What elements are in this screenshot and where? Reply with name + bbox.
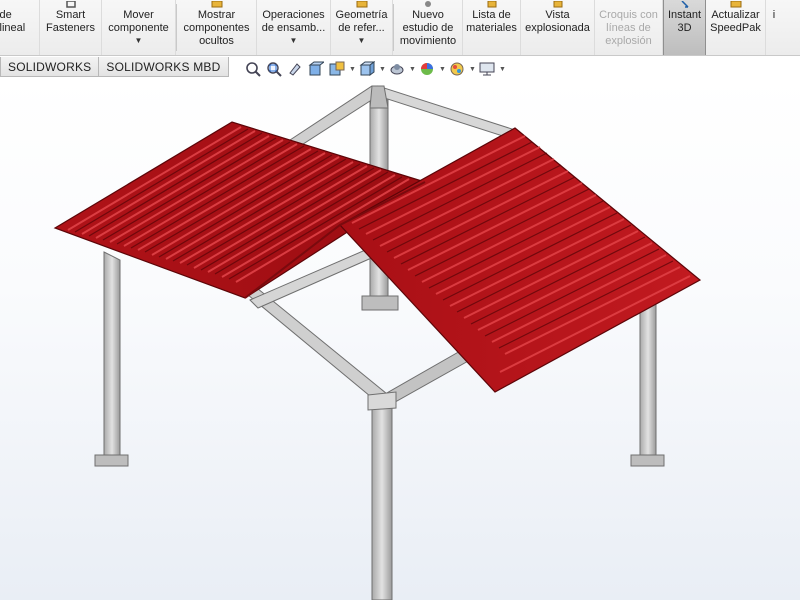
exploded-view-button[interactable]: Vista explosionada xyxy=(521,0,595,55)
assembly-features-button[interactable]: Operaciones de ensamb... ▼ xyxy=(257,0,331,55)
bill-of-materials-button[interactable]: Lista de materiales xyxy=(463,0,521,55)
chevron-down-icon[interactable]: ▼ xyxy=(135,36,143,46)
explode-line-sketch-icon xyxy=(620,0,638,8)
chevron-down-icon[interactable]: ▼ xyxy=(499,66,506,73)
smart-fasteners-button[interactable]: Smart Fasteners xyxy=(40,0,102,55)
new-motion-study-button[interactable]: Nuevo estudio de movimiento xyxy=(394,0,463,55)
show-hidden-components-label: Mostrar componentes ocultos xyxy=(183,9,250,47)
chevron-down-icon[interactable]: ▼ xyxy=(439,66,446,73)
explode-line-sketch-label: Croquis con líneas de explosión xyxy=(599,9,658,47)
instant-3d-label: Instant 3D xyxy=(667,9,702,34)
bill-of-materials-label: Lista de materiales xyxy=(466,9,517,34)
update-speedpak-button[interactable]: Actualizar SpeedPak xyxy=(706,0,766,55)
dynamic-annotation-view-icon[interactable] xyxy=(328,60,346,78)
exploded-view-label: Vista explosionada xyxy=(525,9,590,34)
reference-geometry-label: Geometría de refer... xyxy=(335,9,388,34)
move-component-icon xyxy=(130,0,148,8)
edit-appearance-icon[interactable] xyxy=(448,60,466,78)
hide-show-items-icon[interactable] xyxy=(418,60,436,78)
instant-3d-icon xyxy=(676,0,694,8)
move-component-label: Mover componente xyxy=(108,9,169,34)
linear-pattern-button[interactable]: de lineal xyxy=(0,0,40,55)
carport-model[interactable] xyxy=(0,77,800,600)
zoom-to-fit-icon[interactable] xyxy=(244,60,262,78)
chevron-down-icon[interactable]: ▼ xyxy=(379,66,386,73)
tab-solidworks[interactable]: SOLIDWORKS xyxy=(0,57,100,77)
chevron-down-icon[interactable]: ▼ xyxy=(358,36,366,46)
overflow-button[interactable]: i xyxy=(766,0,782,55)
view-orientation-icon[interactable] xyxy=(358,60,376,78)
exploded-view-icon xyxy=(549,0,567,8)
reference-geometry-button[interactable]: Geometría de refer... ▼ xyxy=(331,0,393,55)
view-settings-icon[interactable] xyxy=(478,60,496,78)
smart-fasteners-icon xyxy=(62,0,80,8)
section-view-icon[interactable] xyxy=(307,60,325,78)
move-component-button[interactable]: Mover componente ▼ xyxy=(102,0,176,55)
chevron-down-icon[interactable]: ▼ xyxy=(290,36,298,46)
tab-solidworks-mbd[interactable]: SOLIDWORKS MBD xyxy=(98,57,229,77)
assembly-features-icon xyxy=(285,0,303,8)
update-speedpak-label: Actualizar SpeedPak xyxy=(710,9,761,34)
explode-line-sketch-button[interactable]: Croquis con líneas de explosión xyxy=(595,0,663,55)
show-hidden-components-button[interactable]: Mostrar componentes ocultos xyxy=(177,0,257,55)
overflow-label: i xyxy=(772,9,776,21)
previous-view-icon[interactable] xyxy=(286,60,304,78)
show-hidden-components-icon xyxy=(208,0,226,8)
linear-pattern-icon xyxy=(11,0,29,8)
chevron-down-icon[interactable]: ▼ xyxy=(409,66,416,73)
command-manager-tabs: SOLIDWORKS SOLIDWORKS MBD xyxy=(0,57,229,77)
command-manager-ribbon: de lineal Smart Fasteners Mover componen… xyxy=(0,0,800,56)
speedpak-icon xyxy=(727,0,745,8)
reference-geometry-icon xyxy=(353,0,371,8)
instant-3d-button[interactable]: Instant 3D xyxy=(663,0,706,55)
overflow-icon xyxy=(765,0,783,8)
display-style-icon[interactable] xyxy=(388,60,406,78)
left-post xyxy=(94,251,129,467)
bill-of-materials-icon xyxy=(483,0,501,8)
linear-pattern-label: de lineal xyxy=(0,9,26,34)
assembly-features-label: Operaciones de ensamb... xyxy=(261,9,326,34)
smart-fasteners-label: Smart Fasteners xyxy=(46,9,95,34)
chevron-down-icon[interactable]: ▼ xyxy=(469,66,476,73)
new-motion-study-label: Nuevo estudio de movimiento xyxy=(399,9,457,47)
heads-up-view-toolbar: ▼ ▼ ▼ ▼ ▼ ▼ xyxy=(244,58,506,80)
zoom-to-area-icon[interactable] xyxy=(265,60,283,78)
motion-study-icon xyxy=(419,0,437,8)
chevron-down-icon[interactable]: ▼ xyxy=(349,66,356,73)
right-post xyxy=(630,295,665,467)
